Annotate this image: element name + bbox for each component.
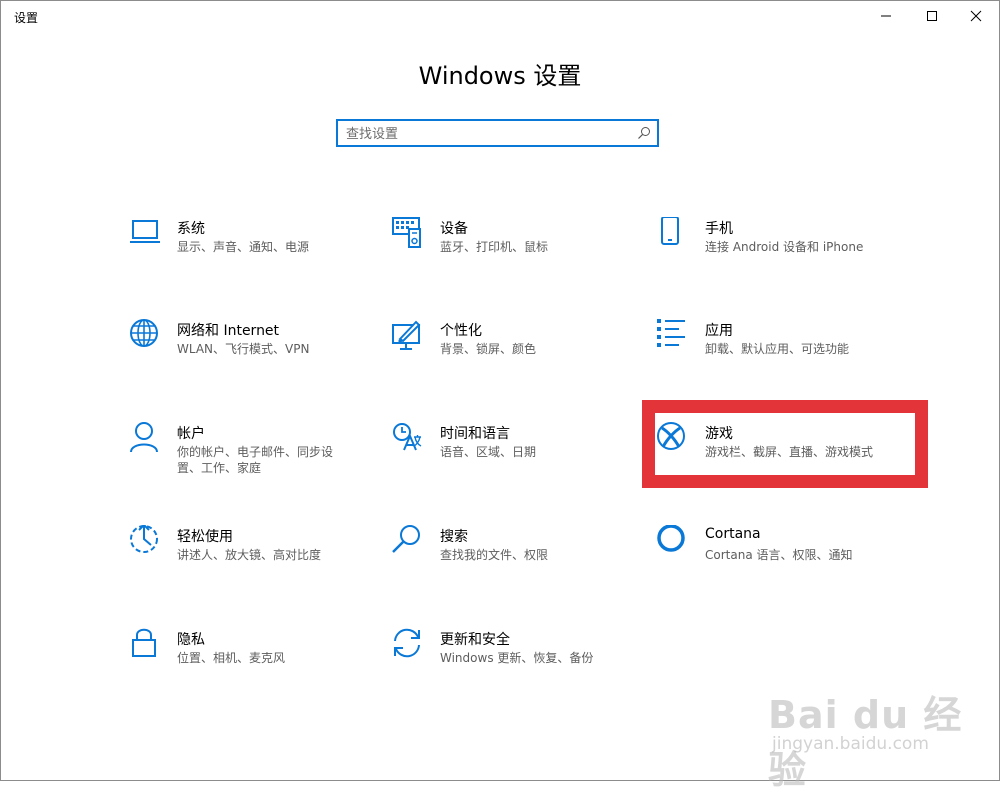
tile-personalization[interactable]: 个性化 背景、锁屏、颜色 (392, 319, 642, 389)
time-language-icon (392, 422, 428, 458)
tile-title: 轻松使用 (177, 529, 233, 545)
tile-subtitle: WLAN、飞行模式、VPN (177, 342, 310, 356)
tile-search[interactable]: 搜索 查找我的文件、权限 (392, 525, 642, 595)
tile-title: 个性化 (440, 323, 482, 339)
tile-ease-of-access[interactable]: 轻松使用 讲述人、放大镜、高对比度 (129, 525, 379, 595)
tile-cortana[interactable]: Cortana Cortana 语言、权限、通知 (657, 525, 907, 595)
tile-title: 时间和语言 (440, 426, 510, 442)
title-bar[interactable]: 设置 (0, 0, 1000, 34)
paint-icon (392, 319, 428, 355)
tile-title: 帐户 (177, 426, 205, 442)
person-icon (129, 422, 165, 458)
minimize-icon (881, 15, 891, 17)
tile-system[interactable]: 系统 显示、声音、通知、电源 (129, 217, 379, 287)
tile-title: 隐私 (177, 632, 205, 648)
highlight-box (642, 400, 928, 488)
tile-subtitle: 查找我的文件、权限 (440, 548, 549, 562)
page-title: Windows 设置 (418, 62, 582, 90)
tile-apps[interactable]: 应用 卸载、默认应用、可选功能 (657, 319, 907, 389)
tile-title: 网络和 Internet (177, 323, 280, 339)
tile-subtitle: 讲述人、放大镜、高对比度 (177, 548, 322, 562)
tile-title: 应用 (705, 323, 733, 339)
tile-devices[interactable]: 设备 蓝牙、打印机、鼠标 (392, 217, 642, 287)
window-title: 设置 (14, 11, 39, 25)
lock-icon (129, 628, 165, 664)
tile-title: Cortana (705, 526, 761, 542)
phone-icon (657, 217, 693, 253)
globe-icon (129, 319, 165, 355)
tile-update-security[interactable]: 更新和安全 Windows 更新、恢复、备份 (392, 628, 642, 698)
search-icon (392, 525, 428, 561)
tile-title: 手机 (705, 221, 733, 237)
sync-icon (392, 628, 428, 664)
maximize-icon (927, 11, 937, 21)
tile-network[interactable]: 网络和 Internet WLAN、飞行模式、VPN (129, 319, 379, 389)
maximize-button[interactable] (909, 0, 955, 32)
tile-subtitle: 背景、锁屏、颜色 (440, 342, 537, 356)
search-icon[interactable] (637, 126, 651, 140)
tile-title: 更新和安全 (440, 632, 510, 648)
tile-subtitle: 位置、相机、麦克风 (177, 651, 286, 665)
watermark: Bai du 经验 jingyan.baidu.com (768, 670, 968, 792)
tile-title: 设备 (440, 221, 468, 237)
tile-subtitle: 语音、区域、日期 (440, 445, 537, 459)
tile-privacy[interactable]: 隐私 位置、相机、麦克风 (129, 628, 379, 698)
ease-of-access-icon (129, 525, 165, 561)
laptop-icon (129, 217, 165, 253)
tile-subtitle: 连接 Android 设备和 iPhone (705, 240, 864, 254)
watermark-url: jingyan.baidu.com (772, 734, 929, 754)
close-icon (970, 10, 982, 22)
close-button[interactable] (953, 0, 999, 32)
minimize-button[interactable] (863, 0, 909, 32)
tile-subtitle: Windows 更新、恢复、备份 (440, 651, 594, 665)
cortana-icon (657, 525, 693, 561)
tile-accounts[interactable]: 帐户 你的帐户、电子邮件、同步设置、工作、家庭 (129, 422, 379, 492)
tile-phone[interactable]: 手机 连接 Android 设备和 iPhone (657, 217, 907, 287)
tile-subtitle: Cortana 语言、权限、通知 (705, 548, 853, 562)
search-box[interactable] (336, 119, 659, 147)
tile-subtitle: 显示、声音、通知、电源 (177, 240, 310, 254)
tile-title: 系统 (177, 221, 205, 237)
tile-time-language[interactable]: 时间和语言 语音、区域、日期 (392, 422, 642, 492)
keyboard-icon (392, 217, 428, 253)
tile-title: 搜索 (440, 529, 468, 545)
tile-subtitle: 卸载、默认应用、可选功能 (705, 342, 850, 356)
tile-subtitle: 你的帐户、电子邮件、同步设置、工作、家庭 (177, 445, 334, 475)
apps-list-icon (657, 319, 693, 355)
tile-subtitle: 蓝牙、打印机、鼠标 (440, 240, 549, 254)
search-input[interactable] (346, 124, 636, 144)
